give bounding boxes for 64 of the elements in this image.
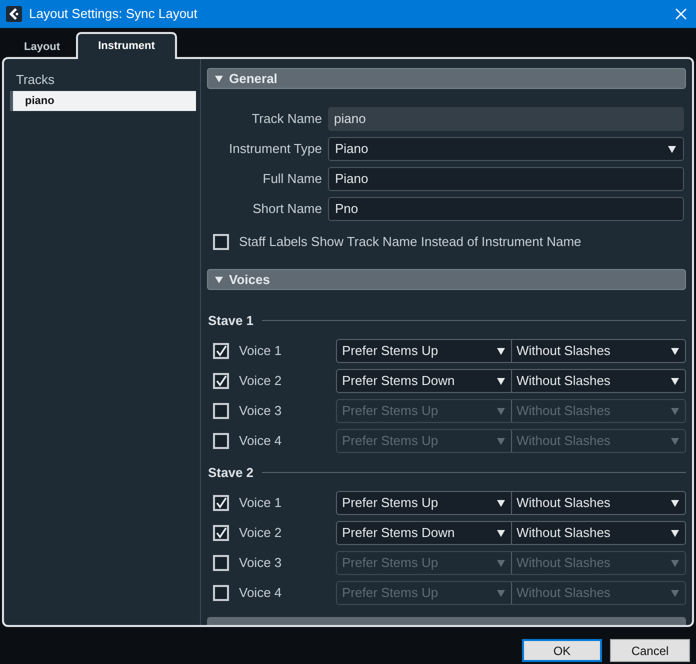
caret-icon <box>496 436 506 446</box>
track-item[interactable]: piano <box>10 91 196 111</box>
caret-icon <box>496 346 506 356</box>
field-label: Instrument Type <box>228 140 323 158</box>
voice-label: Voice 2 <box>238 524 283 542</box>
checkbox[interactable] <box>213 525 229 541</box>
caret-icon <box>496 376 506 386</box>
dropdown[interactable]: Piano <box>328 137 684 161</box>
voice-label: Voice 2 <box>238 372 283 390</box>
dropdown[interactable]: Without Slashes <box>512 340 685 362</box>
dropdown[interactable]: Without Slashes <box>512 492 685 514</box>
dialog-button[interactable]: OK <box>522 639 602 662</box>
voice-label: Voice 1 <box>238 494 283 512</box>
checkbox[interactable] <box>213 343 229 359</box>
dropdown[interactable]: Without Slashes <box>512 370 685 392</box>
caret-icon <box>670 406 680 416</box>
caret-icon <box>496 558 506 568</box>
tracks-header: Tracks <box>15 71 56 88</box>
dropdown[interactable]: Without Slashes <box>512 522 685 544</box>
tab[interactable]: Layout <box>10 35 74 59</box>
caret-icon <box>496 406 506 416</box>
read-only-field: piano <box>328 107 684 131</box>
app-logo-icon <box>6 6 22 22</box>
voice-label: Voice 3 <box>238 402 283 420</box>
caret-icon <box>670 346 680 356</box>
caret-icon <box>496 528 506 538</box>
checkbox[interactable] <box>213 403 229 419</box>
dropdown[interactable]: Prefer Stems Up <box>337 340 512 362</box>
input-field[interactable]: Pno <box>328 197 684 221</box>
voice-label: Voice 4 <box>238 432 283 450</box>
checkbox[interactable] <box>213 234 229 250</box>
section-header[interactable]: General <box>207 68 686 89</box>
stave-title: Stave 2 <box>208 464 254 482</box>
caret-icon <box>496 498 506 508</box>
caret-icon <box>670 588 680 598</box>
field-label: Short Name <box>252 200 323 218</box>
section-header[interactable]: Voices <box>207 269 686 290</box>
caret-icon <box>667 144 677 154</box>
dropdown[interactable]: Prefer Stems Down <box>337 370 512 392</box>
dialog-button[interactable]: Cancel <box>610 639 690 662</box>
caret-icon <box>670 376 680 386</box>
caret-icon <box>670 558 680 568</box>
checkbox[interactable] <box>213 373 229 389</box>
field-label: Full Name <box>262 170 323 188</box>
checkbox-label: Staff Labels Show Track Name Instead of Instrument Name <box>239 233 582 252</box>
window-title: Layout Settings: Sync Layout <box>29 5 198 24</box>
checkbox[interactable] <box>213 495 229 511</box>
dropdown[interactable]: Prefer Stems Up <box>337 492 512 514</box>
dropdown[interactable]: Prefer Stems Down <box>337 522 512 544</box>
field-label: Track Name <box>250 110 323 128</box>
tab[interactable]: Instrument <box>76 32 177 59</box>
stave-title: Stave 1 <box>208 312 254 330</box>
checkbox[interactable] <box>213 433 229 449</box>
checkbox[interactable] <box>213 555 229 571</box>
caret-icon <box>496 588 506 598</box>
close-icon[interactable] <box>675 8 687 20</box>
voice-label: Voice 3 <box>238 554 283 572</box>
voice-label: Voice 1 <box>238 342 283 360</box>
input-field[interactable]: Piano <box>328 167 684 191</box>
caret-icon <box>670 528 680 538</box>
caret-icon <box>670 436 680 446</box>
caret-icon <box>670 498 680 508</box>
checkbox[interactable] <box>213 585 229 601</box>
voice-label: Voice 4 <box>238 584 283 602</box>
